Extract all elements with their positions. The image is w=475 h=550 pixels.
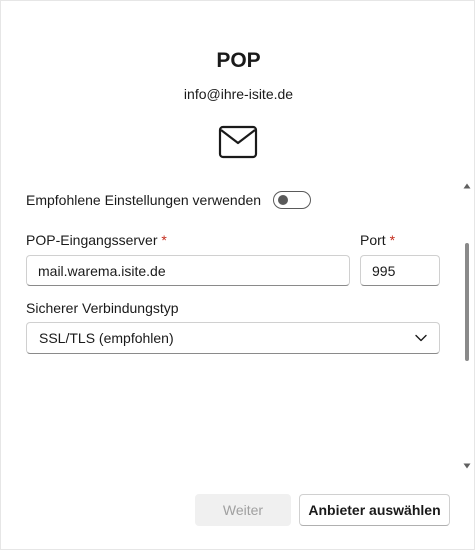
next-button[interactable]: Weiter bbox=[195, 494, 291, 526]
scrollbar-thumb[interactable] bbox=[465, 243, 469, 361]
incoming-server-value: mail.warema.isite.de bbox=[38, 262, 166, 279]
toggle-knob bbox=[278, 195, 289, 205]
recommended-settings-toggle[interactable] bbox=[273, 191, 312, 209]
scroll-up-arrow-icon[interactable] bbox=[463, 183, 471, 189]
port-label: Port * bbox=[360, 232, 395, 248]
required-mark: * bbox=[389, 232, 396, 248]
port-value: 995 bbox=[372, 262, 396, 279]
connection-type-label: Sicherer Verbindungstyp bbox=[26, 300, 179, 316]
mail-envelope-icon bbox=[218, 125, 258, 159]
chevron-down-icon bbox=[415, 334, 427, 342]
connection-type-select[interactable]: SSL/TLS (empfohlen) bbox=[26, 322, 440, 354]
choose-provider-button[interactable]: Anbieter auswählen bbox=[299, 494, 450, 526]
incoming-server-input[interactable]: mail.warema.isite.de bbox=[26, 255, 350, 286]
page-title: POP bbox=[216, 49, 261, 72]
recommended-settings-label: Empfohlene Einstellungen verwenden bbox=[26, 192, 262, 208]
required-mark: * bbox=[161, 232, 167, 248]
port-input[interactable]: 995 bbox=[360, 255, 440, 286]
port-label-text: Port bbox=[360, 232, 386, 248]
account-email: info@ihre-isite.de bbox=[183, 86, 294, 102]
account-setup-dialog: POP info@ihre-isite.de Empfohlene Einste… bbox=[0, 0, 475, 550]
recommended-settings-row: Empfohlene Einstellungen verwenden bbox=[26, 189, 312, 211]
vertical-scrollbar[interactable] bbox=[463, 183, 471, 469]
incoming-server-label: POP-Eingangsserver * bbox=[26, 232, 167, 248]
incoming-server-label-text: POP-Eingangsserver bbox=[26, 232, 158, 248]
connection-type-value: SSL/TLS (empfohlen) bbox=[39, 330, 174, 346]
scroll-down-arrow-icon[interactable] bbox=[463, 463, 471, 469]
